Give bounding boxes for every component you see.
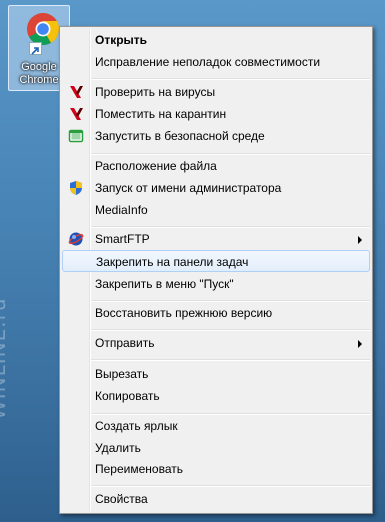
menu-item-label: MediaInfo <box>95 203 148 217</box>
uac-shield-icon <box>70 181 82 195</box>
menu-item-label: Закрепить в меню "Пуск" <box>95 277 234 291</box>
kaspersky-icon <box>70 108 83 120</box>
menu-item-label: Запуск от имени администратора <box>95 181 282 195</box>
menu-item-cut[interactable]: Вырезать <box>62 363 370 385</box>
menu-item-smartftp[interactable]: SmartFTP <box>62 228 370 250</box>
menu-item-label: Свойства <box>95 492 148 506</box>
menu-item-label: Открыть <box>95 33 148 47</box>
smartftp-icon <box>68 232 84 246</box>
watermark: WINLINE.ru <box>0 297 10 420</box>
submenu-arrow-icon <box>358 340 362 348</box>
menu-item-label: Запустить в безопасной среде <box>95 129 265 143</box>
menu-item-label: Восстановить прежнюю версию <box>95 306 273 320</box>
menu-item-pin-taskbar[interactable]: Закрепить на панели задач <box>62 250 370 272</box>
menu-separator <box>91 78 370 80</box>
menu-item-label: Проверить на вирусы <box>95 85 216 99</box>
menu-item-label: Переименовать <box>95 462 183 476</box>
chrome-icon <box>27 13 60 46</box>
menu-separator <box>91 485 370 487</box>
menu-item-properties[interactable]: Свойства <box>62 488 370 510</box>
menu-item-pin-start[interactable]: Закрепить в меню "Пуск" <box>62 273 370 295</box>
menu-item-label: Отправить <box>95 336 155 350</box>
menu-item-label: Вырезать <box>95 367 149 381</box>
menu-item-quarantine[interactable]: Поместить на карантин <box>62 103 370 125</box>
menu-item-restore-previous[interactable]: Восстановить прежнюю версию <box>62 302 370 324</box>
menu-item-scan-viruses[interactable]: Проверить на вирусы <box>62 81 370 103</box>
menu-item-mediainfo[interactable]: MediaInfo <box>62 199 370 221</box>
menu-separator <box>91 359 370 361</box>
menu-item-delete[interactable]: Удалить <box>62 437 370 459</box>
menu-item-label: Удалить <box>95 441 141 455</box>
menu-item-send-to[interactable]: Отправить <box>62 332 370 354</box>
shortcut-arrow-icon <box>29 42 42 55</box>
menu-item-copy[interactable]: Копировать <box>62 385 370 407</box>
context-menu: Открыть Исправление неполадок совместимо… <box>59 26 373 514</box>
menu-item-troubleshoot-compatibility[interactable]: Исправление неполадок совместимости <box>62 51 370 73</box>
menu-item-label: SmartFTP <box>95 232 150 246</box>
menu-item-file-location[interactable]: Расположение файла <box>62 155 370 177</box>
safe-run-icon <box>68 129 84 143</box>
menu-item-label: Создать ярлык <box>95 419 178 433</box>
menu-item-create-shortcut[interactable]: Создать ярлык <box>62 415 370 437</box>
menu-item-label: Закрепить на панели задач <box>96 255 249 269</box>
menu-item-run-as-admin[interactable]: Запуск от имени администратора <box>62 177 370 199</box>
menu-item-label: Расположение файла <box>95 159 217 173</box>
kaspersky-icon <box>70 86 83 98</box>
menu-separator <box>91 329 370 331</box>
submenu-arrow-icon <box>358 236 362 244</box>
menu-item-rename[interactable]: Переименовать <box>62 458 370 480</box>
menu-item-label: Исправление неполадок совместимости <box>95 55 321 69</box>
menu-item-open[interactable]: Открыть <box>62 29 370 51</box>
menu-item-label: Копировать <box>95 389 160 403</box>
menu-item-label: Поместить на карантин <box>95 107 227 121</box>
menu-item-safe-run[interactable]: Запустить в безопасной среде <box>62 125 370 147</box>
